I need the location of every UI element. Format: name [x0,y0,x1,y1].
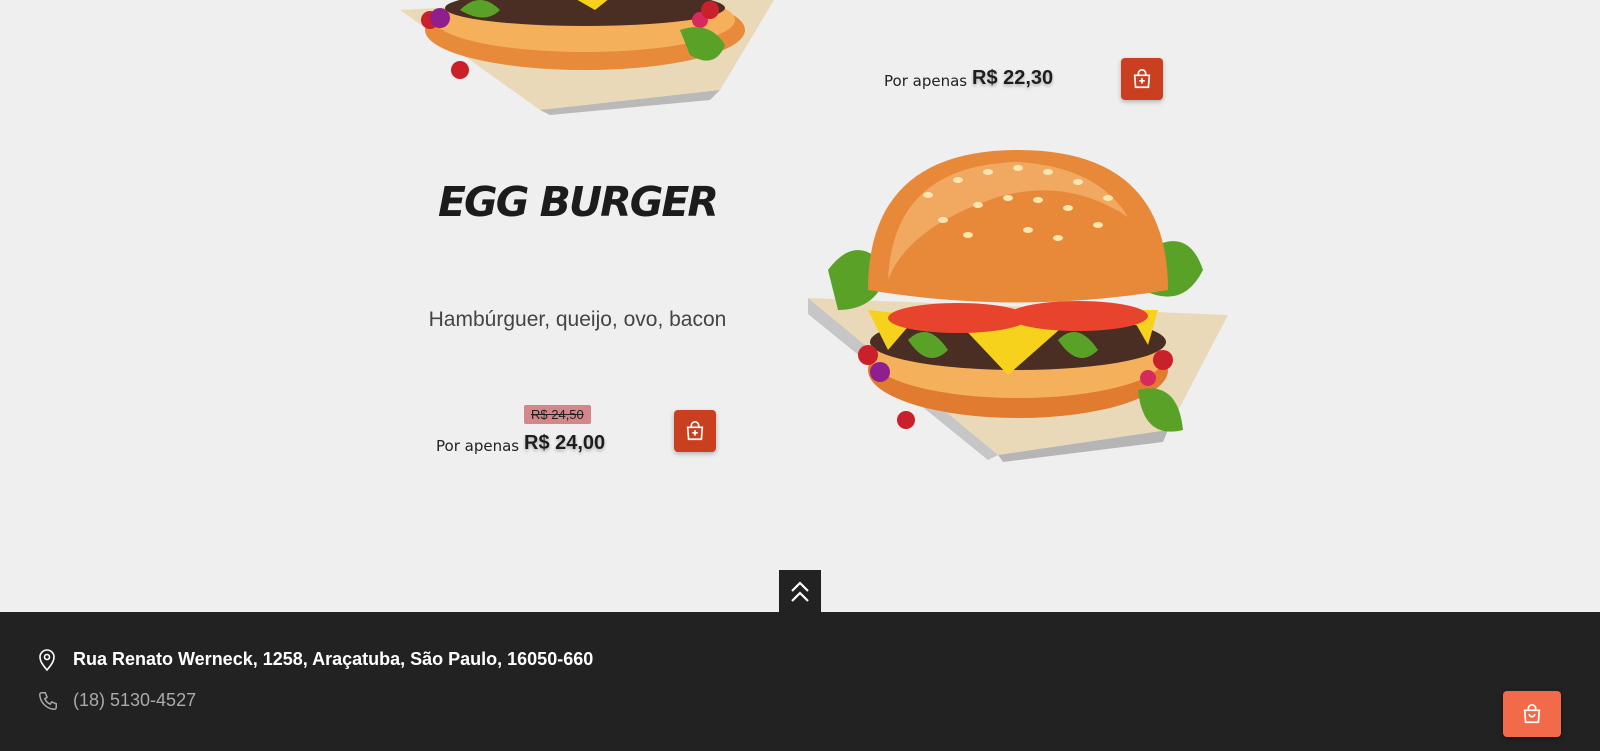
price: R$ 24,00 [524,432,606,454]
price-prefix: Por apenas [436,437,520,455]
double-chevron-up-icon [791,580,809,602]
address: Rua Renato Werneck, 1258, Araçatuba, São… [73,649,594,669]
scroll-top-button[interactable] [779,570,821,613]
price-prefix: Por apenas [884,72,968,90]
burger-image-top [400,0,774,115]
burger-image [808,150,1228,462]
old-price: R$ 24,50 [524,405,591,424]
shopping-bag-icon [1523,704,1541,724]
phone-icon [39,692,57,710]
map-pin-icon [39,649,55,671]
add-to-cart-button[interactable] [1121,58,1163,100]
add-to-cart-button[interactable] [674,410,716,452]
cart-button[interactable] [1503,691,1561,737]
bag-plus-icon [686,421,704,441]
bag-plus-icon [1133,69,1151,89]
product-title: Egg Burger [438,178,719,226]
price: R$ 22,30 [972,67,1054,89]
phone-number: (18) 5130-4527 [73,690,197,710]
footer: Rua Renato Werneck, 1258, Araçatuba, São… [0,612,1600,751]
product-description: Hambúrguer, queijo, ovo, bacon [428,308,727,331]
